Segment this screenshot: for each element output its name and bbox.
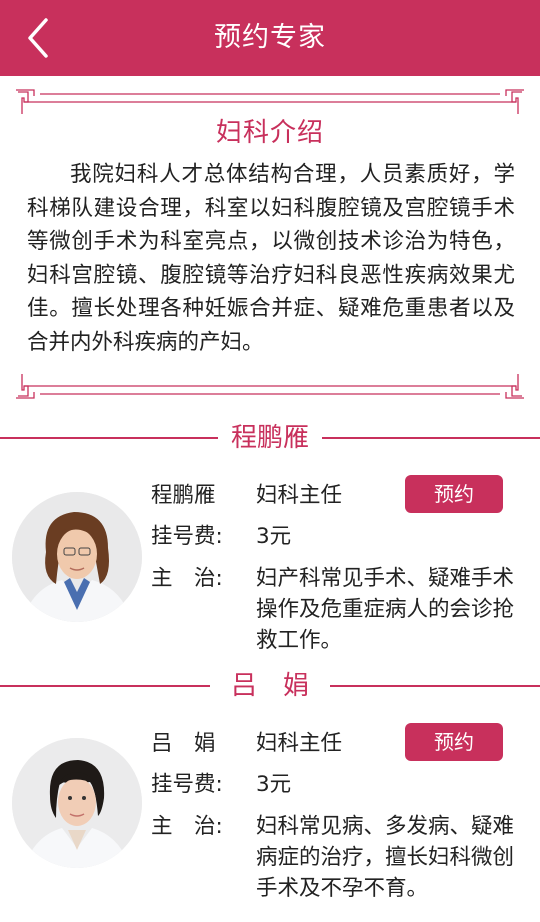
doctor-title: 妇科主任 bbox=[256, 483, 343, 508]
intro-text: 我院妇科人才总体结构合理，人员素质好，学科梯队建设合理，科室以妇科腹腔镜及宫腔镜… bbox=[27, 162, 515, 355]
section-doctor-name: 吕 娟 bbox=[230, 671, 309, 701]
doctor-title: 妇科主任 bbox=[256, 731, 343, 756]
doctor-card: 程鹏雁 妇科主任 预约 挂号费: 3元 主 治: 妇产科常见手术、疑难手术操作及… bbox=[0, 470, 540, 653]
fee-label: 挂号费: bbox=[151, 772, 223, 797]
doctor-section-divider: 吕 娟 bbox=[0, 666, 540, 706]
top-bar: 预约专家 bbox=[0, 0, 540, 76]
fee-value: 3元 bbox=[256, 524, 292, 549]
book-button[interactable]: 预约 bbox=[405, 475, 503, 513]
doctor-section-divider: 程鹏雁 bbox=[0, 418, 540, 458]
doctor-card: 吕 娟 妇科主任 预约 挂号费: 3元 主 治: 妇科常见病、多发病、疑难病症的… bbox=[0, 718, 540, 901]
specialty-text: 妇科常见病、多发病、疑难病症的治疗，擅长妇科微创手术及不孕不育。 bbox=[256, 814, 515, 901]
specialty-label: 主 治: bbox=[151, 566, 223, 591]
book-button[interactable]: 预约 bbox=[405, 723, 503, 761]
doctor-avatar bbox=[12, 492, 142, 622]
doctor-photo bbox=[12, 492, 142, 622]
doctor-name: 程鹏雁 bbox=[151, 483, 216, 508]
fee-value: 3元 bbox=[256, 772, 292, 797]
page-title: 预约专家 bbox=[214, 22, 326, 53]
section-doctor-name: 程鹏雁 bbox=[230, 423, 309, 453]
specialty-text: 妇产科常见手术、疑难手术操作及危重症病人的会诊抢救工作。 bbox=[256, 566, 515, 653]
intro-title: 妇科介绍 bbox=[215, 118, 324, 148]
fee-label: 挂号费: bbox=[151, 524, 223, 549]
doctor-photo bbox=[12, 738, 142, 868]
doctor-avatar bbox=[12, 738, 142, 868]
specialty-label: 主 治: bbox=[151, 814, 223, 839]
doctor-name: 吕 娟 bbox=[151, 731, 216, 756]
